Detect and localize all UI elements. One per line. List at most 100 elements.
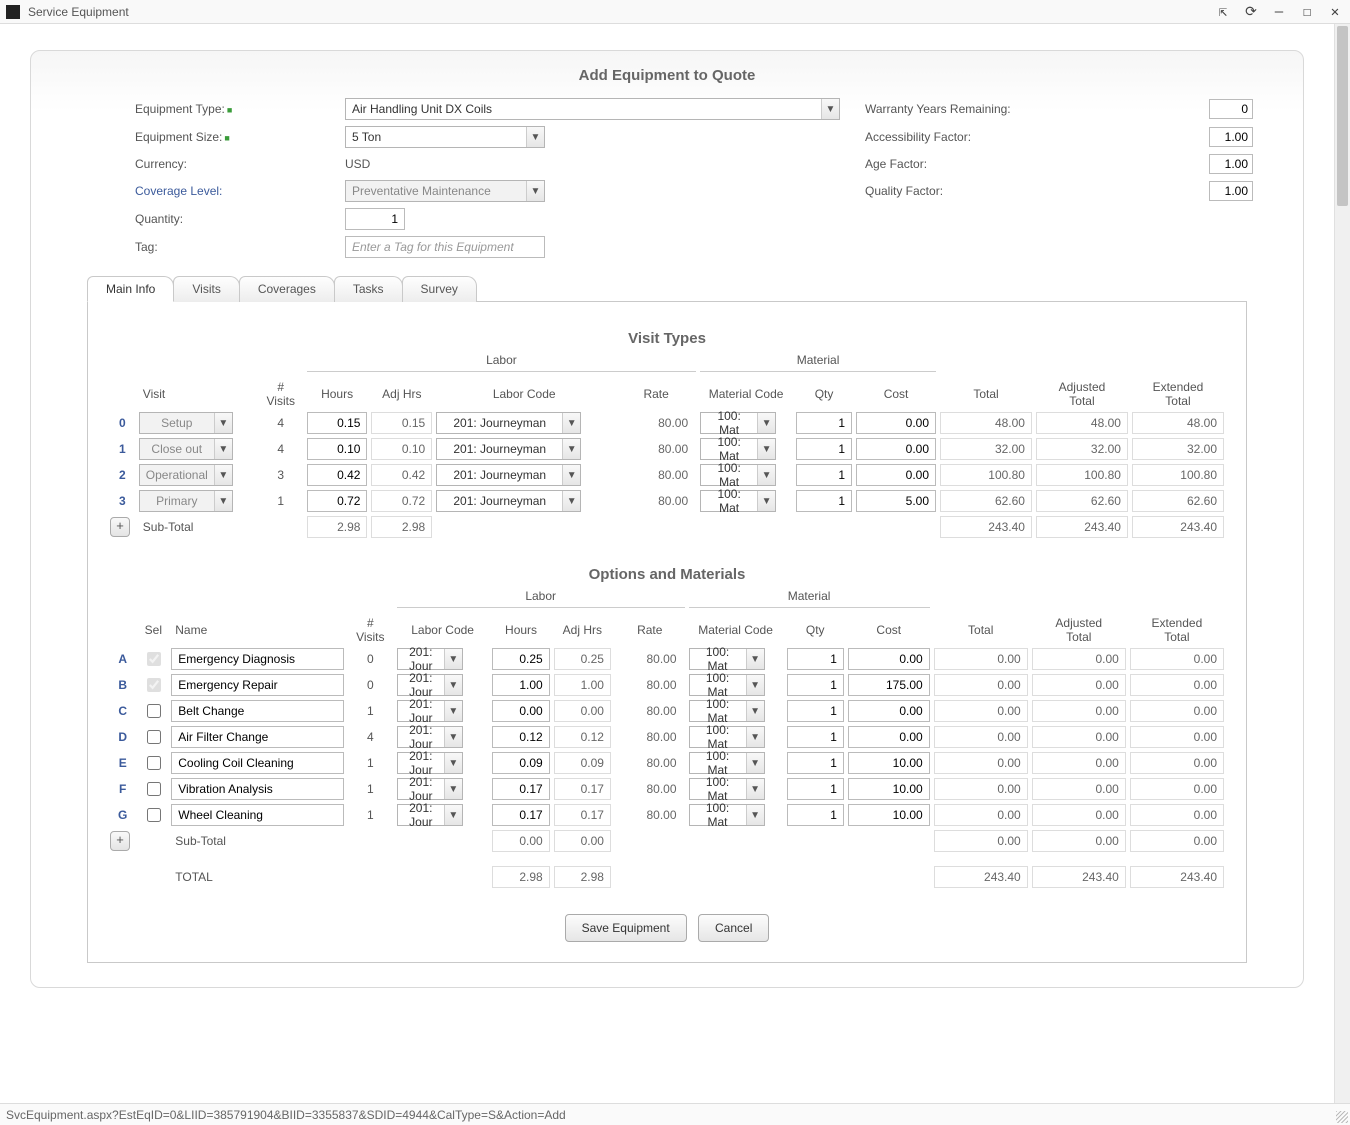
labor-code-select[interactable]: 201: Journeyman▼ — [436, 464, 581, 486]
qty-input[interactable] — [787, 804, 844, 826]
hours-input[interactable] — [492, 674, 549, 696]
material-code-select[interactable]: 100: Mat▼ — [689, 778, 765, 800]
close-icon[interactable]: ✕ — [1326, 4, 1344, 20]
visits-count: 4 — [346, 724, 395, 750]
labor-code-select[interactable]: 201: Jour▼ — [397, 674, 463, 696]
equipment-type-select[interactable]: Air Handling Unit DX Coils▼ — [345, 98, 840, 120]
quantity-input[interactable] — [345, 208, 405, 230]
qty-input[interactable] — [796, 438, 852, 460]
cost-input[interactable] — [856, 412, 936, 434]
visits-count: 1 — [346, 776, 395, 802]
cost-input[interactable] — [856, 438, 936, 460]
tab-survey[interactable]: Survey — [402, 276, 477, 302]
tab-coverages[interactable]: Coverages — [239, 276, 335, 302]
labor-code-select[interactable]: 201: Jour▼ — [397, 752, 463, 774]
hours-input[interactable] — [492, 752, 549, 774]
labor-code-select[interactable]: 201: Journeyman▼ — [436, 438, 581, 460]
labor-code-select[interactable]: 201: Jour▼ — [397, 778, 463, 800]
select-checkbox[interactable] — [147, 704, 161, 718]
qty-input[interactable] — [787, 726, 844, 748]
equipment-size-select[interactable]: 5 Ton▼ — [345, 126, 545, 148]
accessibility-input[interactable] — [1209, 127, 1253, 147]
save-equipment-button[interactable]: Save Equipment — [565, 914, 687, 942]
option-name-input[interactable] — [171, 726, 344, 748]
material-code-select[interactable]: 100: Mat▼ — [689, 752, 765, 774]
tag-input[interactable] — [345, 236, 545, 258]
qty-input[interactable] — [787, 778, 844, 800]
vertical-scrollbar[interactable] — [1334, 24, 1350, 1103]
cost-input[interactable] — [856, 464, 936, 486]
add-option-button[interactable]: + — [110, 831, 130, 851]
cost-input[interactable] — [848, 674, 930, 696]
qty-input[interactable] — [796, 490, 852, 512]
refresh-icon[interactable]: ⟳ — [1242, 4, 1260, 20]
quality-input[interactable] — [1209, 181, 1253, 201]
coverage-level-label[interactable]: Coverage Level: — [135, 184, 345, 198]
options-total-label: TOTAL — [169, 864, 346, 890]
pin-icon[interactable]: ⇱ — [1214, 4, 1232, 20]
material-code-select[interactable]: 100: Mat▼ — [700, 464, 776, 486]
material-code-select[interactable]: 100: Mat▼ — [700, 438, 776, 460]
material-code-select[interactable]: 100: Mat▼ — [689, 700, 765, 722]
hours-input[interactable] — [307, 464, 368, 486]
material-code-select[interactable]: 100: Mat▼ — [689, 804, 765, 826]
tab-tasks[interactable]: Tasks — [334, 276, 403, 302]
chevron-down-icon: ▼ — [562, 491, 580, 511]
cost-input[interactable] — [848, 726, 930, 748]
qty-input[interactable] — [787, 648, 844, 670]
hours-input[interactable] — [307, 412, 368, 434]
select-checkbox[interactable] — [147, 782, 161, 796]
tab-visits[interactable]: Visits — [173, 276, 239, 302]
hours-input[interactable] — [307, 438, 368, 460]
table-row: E1201: Jour▼80.00100: Mat▼ — [108, 750, 1226, 776]
scrollbar-thumb[interactable] — [1337, 26, 1348, 206]
age-input[interactable] — [1209, 154, 1253, 174]
material-code-select[interactable]: 100: Mat▼ — [700, 412, 776, 434]
cost-input[interactable] — [848, 804, 930, 826]
material-code-select[interactable]: 100: Mat▼ — [700, 490, 776, 512]
qty-input[interactable] — [787, 700, 844, 722]
minimize-icon[interactable]: — — [1270, 4, 1288, 20]
warranty-input[interactable] — [1209, 99, 1253, 119]
option-name-input[interactable] — [171, 674, 344, 696]
material-code-select[interactable]: 100: Mat▼ — [689, 648, 765, 670]
hours-input[interactable] — [307, 490, 368, 512]
material-code-select[interactable]: 100: Mat▼ — [689, 726, 765, 748]
labor-code-select[interactable]: 201: Jour▼ — [397, 648, 463, 670]
add-visit-button[interactable]: + — [110, 517, 130, 537]
qty-input[interactable] — [796, 464, 852, 486]
hours-input[interactable] — [492, 700, 549, 722]
select-checkbox[interactable] — [147, 808, 161, 822]
cost-input[interactable] — [848, 700, 930, 722]
cost-input[interactable] — [848, 648, 930, 670]
material-code-select[interactable]: 100: Mat▼ — [689, 674, 765, 696]
option-name-input[interactable] — [171, 752, 344, 774]
hours-input[interactable] — [492, 804, 549, 826]
currency-label: Currency: — [135, 157, 345, 171]
resize-handle-icon[interactable] — [1336, 1111, 1348, 1123]
option-name-input[interactable] — [171, 648, 344, 670]
qty-input[interactable] — [787, 674, 844, 696]
qty-input[interactable] — [796, 412, 852, 434]
cancel-button[interactable]: Cancel — [698, 914, 769, 942]
cost-input[interactable] — [848, 778, 930, 800]
hours-input[interactable] — [492, 648, 549, 670]
tab-main-info[interactable]: Main Info — [87, 276, 174, 302]
labor-code-select[interactable]: 201: Jour▼ — [397, 804, 463, 826]
qty-input[interactable] — [787, 752, 844, 774]
cost-input[interactable] — [848, 752, 930, 774]
option-name-input[interactable] — [171, 804, 344, 826]
cost-input[interactable] — [856, 490, 936, 512]
option-name-input[interactable] — [171, 700, 344, 722]
labor-code-select[interactable]: 201: Jour▼ — [397, 700, 463, 722]
hours-input[interactable] — [492, 726, 549, 748]
select-checkbox[interactable] — [147, 756, 161, 770]
col-visit: Visit — [137, 378, 257, 410]
labor-code-select[interactable]: 201: Journeyman▼ — [436, 490, 581, 512]
option-name-input[interactable] — [171, 778, 344, 800]
labor-code-select[interactable]: 201: Jour▼ — [397, 726, 463, 748]
select-checkbox[interactable] — [147, 730, 161, 744]
maximize-icon[interactable]: ☐ — [1298, 4, 1316, 20]
labor-code-select[interactable]: 201: Journeyman▼ — [436, 412, 581, 434]
hours-input[interactable] — [492, 778, 549, 800]
